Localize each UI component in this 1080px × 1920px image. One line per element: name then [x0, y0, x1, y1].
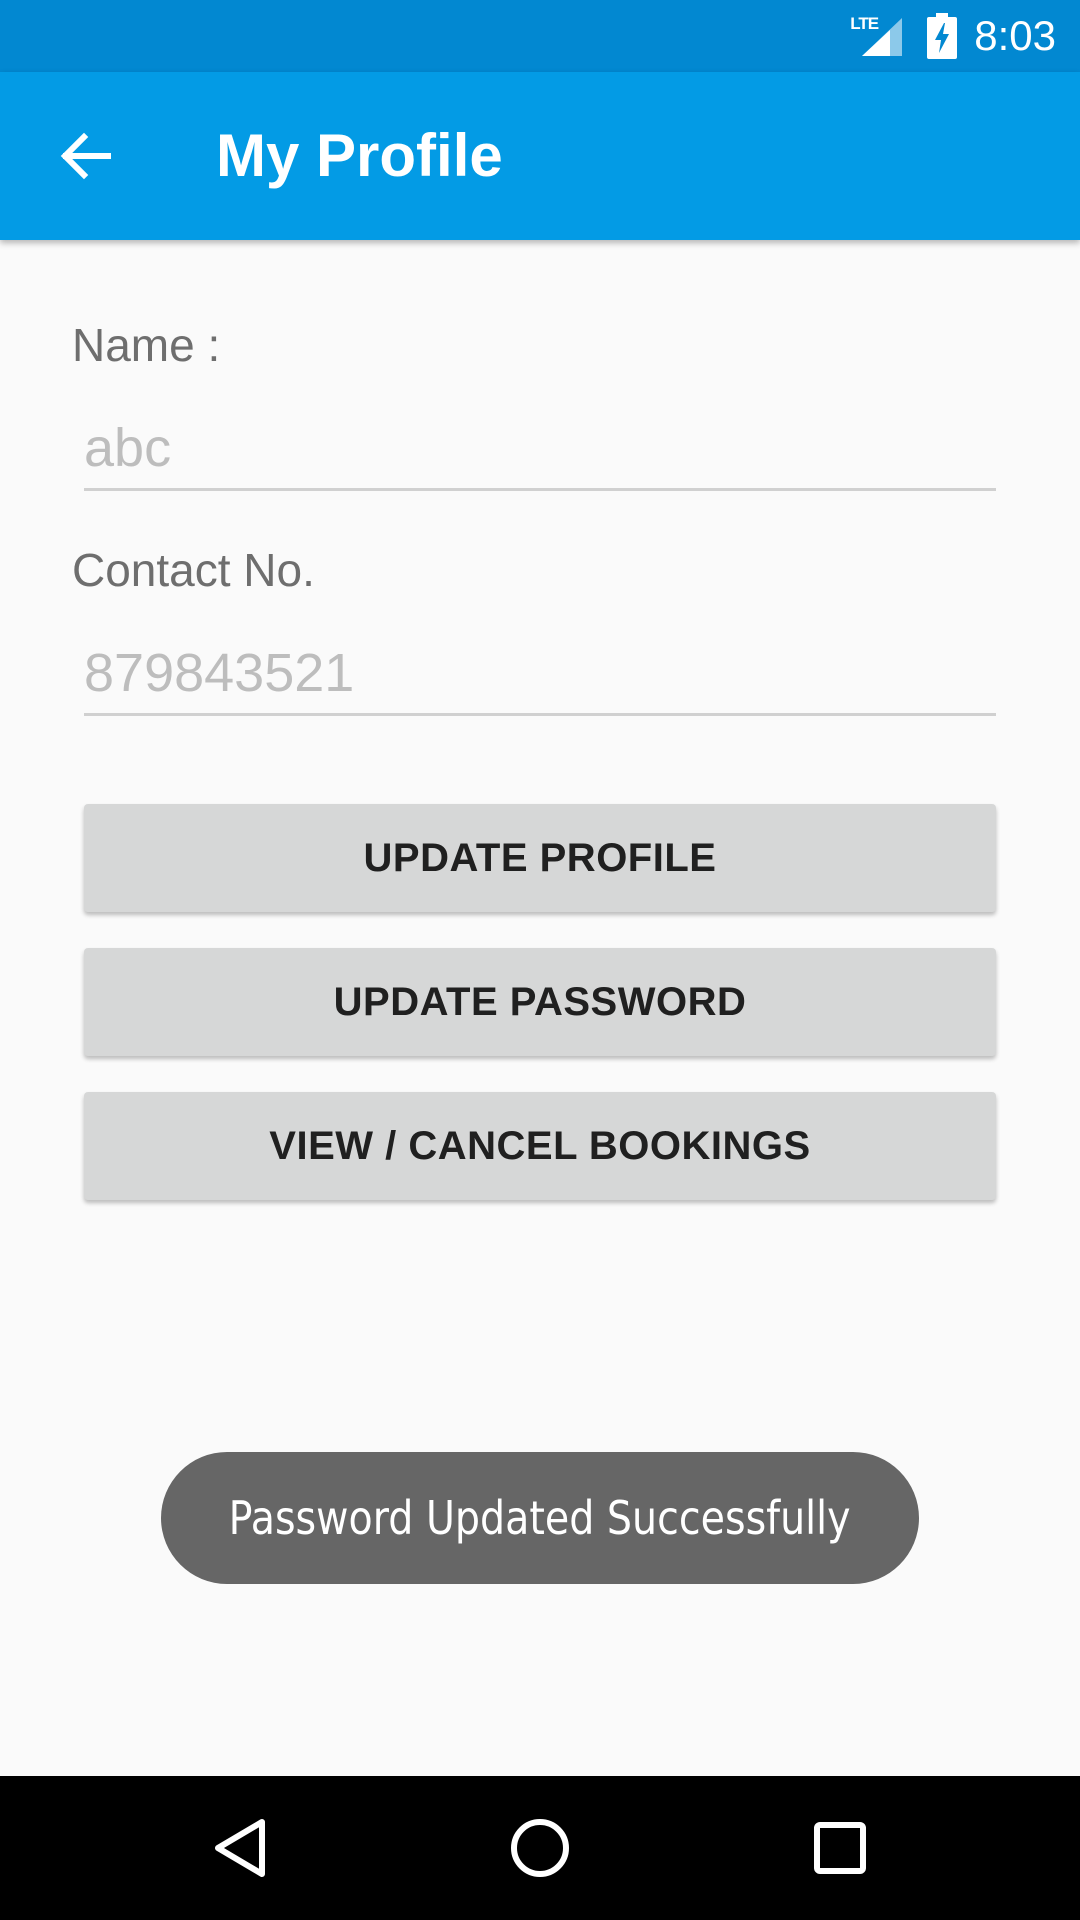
lte-signal-icon: LTE [850, 12, 906, 60]
status-bar: LTE 8:03 [0, 0, 1080, 72]
screen: LTE 8:03 My Profile Name : Contact No. [0, 0, 1080, 1920]
home-circle-icon [511, 1819, 569, 1877]
name-input[interactable] [84, 408, 996, 491]
recents-square-icon [814, 1822, 866, 1874]
page-title: My Profile [216, 122, 503, 189]
status-icons: LTE 8:03 [850, 0, 1056, 72]
nav-back-button[interactable] [200, 1808, 280, 1888]
contact-input[interactable] [84, 633, 996, 716]
battery-charging-icon [927, 13, 958, 59]
back-button[interactable] [56, 126, 116, 186]
nav-home-button[interactable] [500, 1808, 580, 1888]
update-profile-button[interactable]: UPDATE PROFILE [84, 804, 996, 912]
toast-message: Password Updated Successfully [229, 1491, 851, 1545]
view-cancel-bookings-button[interactable]: VIEW / CANCEL BOOKINGS [84, 1092, 996, 1200]
navigation-bar [0, 1776, 1080, 1920]
contact-label: Contact No. [72, 544, 315, 596]
status-time: 8:03 [974, 12, 1056, 59]
update-password-button[interactable]: UPDATE PASSWORD [84, 948, 996, 1056]
app-bar: My Profile [0, 72, 1080, 240]
back-triangle-icon [215, 1819, 265, 1877]
name-label: Name : [72, 319, 221, 371]
toast: Password Updated Successfully [161, 1452, 919, 1584]
nav-recents-button[interactable] [800, 1808, 880, 1888]
arrow-back-icon [60, 132, 111, 180]
